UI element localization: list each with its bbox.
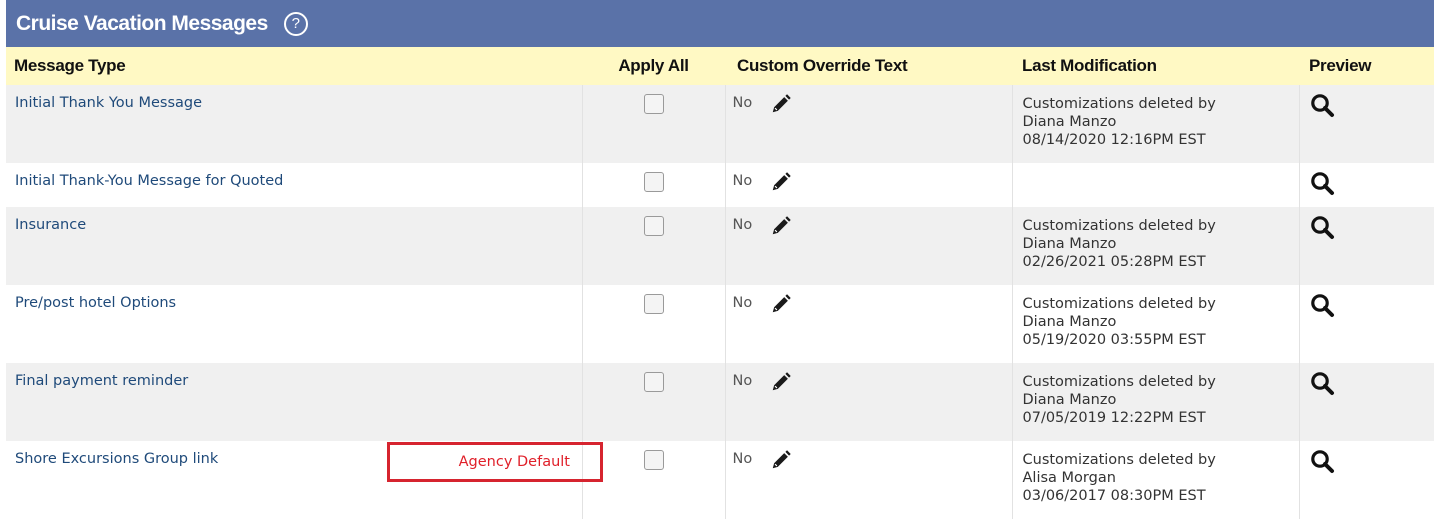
modification-user: Diana Manzo — [1022, 114, 1117, 130]
modification-action: Customizations deleted by — [1022, 374, 1216, 390]
magnifier-icon[interactable] — [1310, 450, 1336, 479]
modification-timestamp: 02/26/2021 05:28PM EST — [1022, 254, 1206, 270]
modification-timestamp: 08/14/2020 12:16PM EST — [1022, 132, 1206, 148]
table-row: Insurance No Customizations deleted by D… — [6, 207, 1434, 285]
table-row: Initial Thank-You Message for Quoted No — [6, 163, 1434, 207]
magnifier-icon[interactable] — [1310, 172, 1336, 201]
table-row: Shore Excursions Group link Agency Defaul… — [6, 441, 1434, 519]
pencil-icon[interactable] — [770, 293, 792, 319]
last-modification-cell: Customizations deleted by Diana Manzo 07… — [1013, 363, 1299, 427]
magnifier-icon[interactable] — [1310, 216, 1336, 245]
help-icon[interactable]: ? — [283, 11, 308, 36]
modification-user: Diana Manzo — [1022, 236, 1117, 252]
messages-table: Message Type Apply All Custom Override T… — [6, 47, 1434, 519]
pencil-icon[interactable] — [770, 371, 792, 397]
apply-all-checkbox[interactable] — [643, 94, 664, 114]
table-row: Final payment reminder No Customizations… — [6, 363, 1434, 441]
pencil-icon[interactable] — [770, 93, 792, 119]
override-value: No — [732, 295, 753, 311]
panel-header: Cruise Vacation Messages ? — [6, 0, 1434, 47]
last-modification-cell: Customizations deleted by Diana Manzo 02… — [1013, 207, 1299, 271]
apply-all-checkbox[interactable] — [643, 372, 664, 392]
modification-action: Customizations deleted by — [1022, 296, 1216, 312]
last-modification-cell: Customizations deleted by Diana Manzo 05… — [1013, 285, 1299, 349]
pencil-icon[interactable] — [770, 215, 792, 241]
apply-all-checkbox[interactable] — [643, 172, 664, 192]
column-header-row: Message Type Apply All Custom Override T… — [6, 47, 1434, 85]
pencil-icon[interactable] — [770, 449, 792, 475]
modification-action: Customizations deleted by — [1022, 452, 1216, 468]
apply-all-checkbox[interactable] — [643, 450, 664, 470]
apply-all-checkbox[interactable] — [643, 294, 664, 314]
table-row: Pre/post hotel Options No Customizations… — [6, 285, 1434, 363]
magnifier-icon[interactable] — [1310, 94, 1336, 123]
last-modification-cell: Customizations deleted by Alisa Morgan 0… — [1013, 441, 1299, 505]
custom-override-cell: No — [726, 363, 1012, 397]
modification-action: Customizations deleted by — [1022, 96, 1216, 112]
col-custom-override[interactable]: Custom Override Text — [725, 47, 1012, 85]
agency-default-badge: Agency Default — [387, 442, 603, 482]
pencil-icon[interactable] — [770, 171, 792, 197]
custom-override-cell: No — [726, 85, 1012, 119]
message-type-link[interactable]: Pre/post hotel Options — [15, 295, 176, 311]
cruise-messages-panel: Cruise Vacation Messages ? Message Type … — [6, 0, 1434, 519]
table-row: Initial Thank You Message No Customizati… — [6, 85, 1434, 163]
col-preview[interactable]: Preview — [1299, 47, 1434, 85]
col-message-type[interactable]: Message Type — [6, 47, 582, 85]
message-type-link[interactable]: Initial Thank-You Message for Quoted — [15, 173, 283, 189]
override-value: No — [732, 373, 753, 389]
panel-title: Cruise Vacation Messages — [16, 11, 268, 35]
modification-timestamp: 03/06/2017 08:30PM EST — [1022, 488, 1206, 504]
override-value: No — [732, 217, 753, 233]
custom-override-cell: No — [726, 441, 1012, 475]
last-modification-cell — [1013, 163, 1299, 173]
modification-user: Diana Manzo — [1022, 314, 1117, 330]
modification-timestamp: 07/05/2019 12:22PM EST — [1022, 410, 1206, 426]
magnifier-icon[interactable] — [1310, 294, 1336, 323]
magnifier-icon[interactable] — [1310, 372, 1336, 401]
message-type-link[interactable]: Shore Excursions Group link — [15, 451, 218, 467]
modification-user: Diana Manzo — [1022, 392, 1117, 408]
override-value: No — [732, 173, 753, 189]
override-value: No — [732, 451, 753, 467]
custom-override-cell: No — [726, 163, 1012, 197]
modification-user: Alisa Morgan — [1022, 470, 1116, 486]
modification-action: Customizations deleted by — [1022, 218, 1216, 234]
last-modification-cell: Customizations deleted by Diana Manzo 08… — [1013, 85, 1299, 149]
col-apply-all[interactable]: Apply All — [582, 47, 725, 85]
col-last-modification[interactable]: Last Modification — [1012, 47, 1299, 85]
message-type-link[interactable]: Final payment reminder — [15, 373, 188, 389]
override-value: No — [732, 95, 753, 111]
custom-override-cell: No — [726, 285, 1012, 319]
custom-override-cell: No — [726, 207, 1012, 241]
message-type-link[interactable]: Insurance — [15, 217, 86, 233]
modification-timestamp: 05/19/2020 03:55PM EST — [1022, 332, 1206, 348]
apply-all-checkbox[interactable] — [643, 216, 664, 236]
message-type-link[interactable]: Initial Thank You Message — [15, 95, 202, 111]
